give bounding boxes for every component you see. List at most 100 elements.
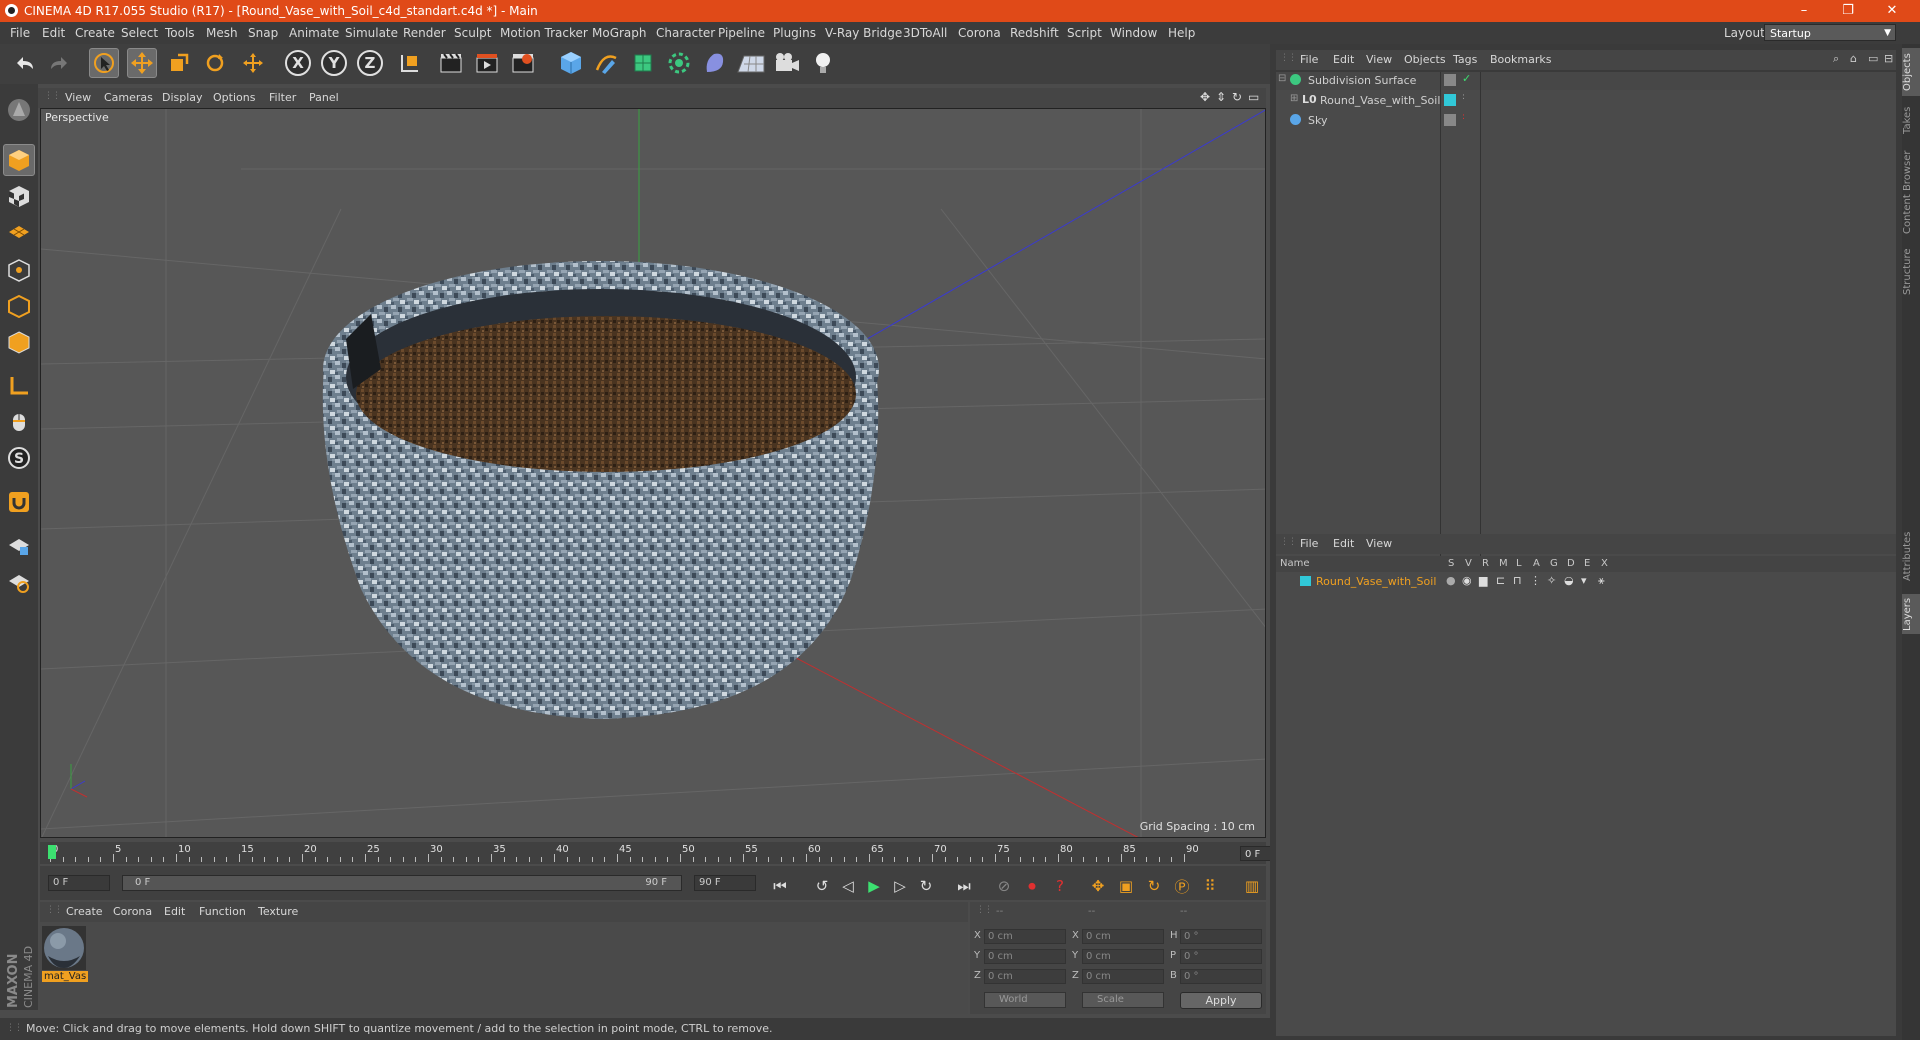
add-spline-button[interactable] <box>592 48 622 78</box>
viewport-menu-view[interactable]: View <box>65 91 91 104</box>
perspective-viewport[interactable]: Perspective Grid Spacing : 10 cm <box>40 108 1266 838</box>
expand-icon[interactable]: ⊞ <box>1290 93 1298 104</box>
object-menu-edit[interactable]: Edit <box>1333 53 1354 66</box>
material-menu-create[interactable]: Create <box>66 905 103 918</box>
render-view-button[interactable] <box>436 48 466 78</box>
menu-mesh[interactable]: Mesh <box>206 26 238 40</box>
add-deformer-button[interactable] <box>700 48 730 78</box>
play-button[interactable]: ▶ <box>862 874 886 898</box>
locked-workplane-button[interactable] <box>3 530 35 562</box>
add-floor-button[interactable] <box>736 48 766 78</box>
object-row[interactable]: ⊟ Subdivision Surface ✓ <box>1276 72 1896 90</box>
column-render[interactable]: R <box>1482 558 1489 569</box>
timeline-ruler[interactable]: 051015202530354045505560657075808590 0 F <box>40 842 1302 864</box>
add-generator-button[interactable] <box>628 48 658 78</box>
start-frame-field[interactable]: 0 F <box>48 875 110 891</box>
redo-button[interactable] <box>44 48 74 78</box>
menu-3dtoall[interactable]: 3DToAll <box>903 26 947 40</box>
layer-dot-icon[interactable] <box>1444 74 1456 86</box>
menu-simulate[interactable]: Simulate <box>345 26 398 40</box>
keyframe-selection-button[interactable]: ⊘ <box>992 874 1016 898</box>
render-to-picture-viewer-button[interactable] <box>472 48 502 78</box>
panel-expand-icon[interactable]: ⊟ <box>1884 52 1893 65</box>
object-row[interactable]: ⊞ L0 Round_Vase_with_Soil : <box>1276 92 1896 110</box>
object-row[interactable]: Sky : <box>1276 112 1896 130</box>
menu-script[interactable]: Script <box>1067 26 1102 40</box>
points-mode-button[interactable] <box>3 254 35 286</box>
tab-takes[interactable]: Takes <box>1902 102 1920 138</box>
edges-mode-button[interactable] <box>3 290 35 322</box>
menu-render[interactable]: Render <box>403 26 446 40</box>
apply-button[interactable]: Apply <box>1180 992 1262 1009</box>
object-menu-tags[interactable]: Tags <box>1453 53 1477 66</box>
tab-objects[interactable]: Objects <box>1902 48 1920 96</box>
menu-help[interactable]: Help <box>1168 26 1195 40</box>
magnet-button[interactable] <box>3 486 35 518</box>
collapse-icon[interactable]: ⊟ <box>1278 73 1286 84</box>
pos-y-field[interactable]: 0 cm <box>984 949 1066 964</box>
viewport-menu-display[interactable]: Display <box>162 91 203 104</box>
pos-z-field[interactable]: 0 cm <box>984 969 1066 984</box>
z-axis-toggle[interactable]: Z <box>357 50 383 76</box>
vase-model[interactable] <box>322 261 879 719</box>
rotate-tool-button[interactable] <box>200 48 230 78</box>
object-menu-view[interactable]: View <box>1366 53 1392 66</box>
record-button[interactable]: ⏺ <box>1020 874 1044 898</box>
move-tool-button[interactable] <box>127 48 157 78</box>
material-swatch[interactable]: mat_Vas <box>42 926 89 986</box>
column-locked[interactable]: L <box>1516 558 1522 569</box>
deformer-layer-icon[interactable]: ◒ <box>1564 574 1574 587</box>
menu-character[interactable]: Character <box>656 26 715 40</box>
generator-icon[interactable]: ✧ <box>1547 574 1556 587</box>
column-solo[interactable]: S <box>1448 558 1454 569</box>
layer-menu-edit[interactable]: Edit <box>1333 537 1354 550</box>
object-menu-bookmarks[interactable]: Bookmarks <box>1490 53 1551 66</box>
animation-icon[interactable]: ⋮ <box>1530 574 1541 587</box>
viewport-menu-options[interactable]: Options <box>213 91 255 104</box>
column-visible[interactable]: V <box>1465 558 1472 569</box>
material-menu-texture[interactable]: Texture <box>258 905 298 918</box>
size-z-field[interactable]: 0 cm <box>1082 969 1164 984</box>
layer-dot-icon[interactable] <box>1444 114 1456 126</box>
position-key-button[interactable]: ✥ <box>1086 874 1110 898</box>
x-axis-toggle[interactable]: X <box>285 50 311 76</box>
transform-tool-button[interactable] <box>238 48 268 78</box>
rot-h-field[interactable]: 0 ° <box>1180 929 1262 944</box>
expression-icon[interactable]: ▾ <box>1581 574 1587 587</box>
menu-motion-tracker[interactable]: Motion Tracker <box>500 26 588 40</box>
go-to-end-button[interactable]: ⏭ <box>952 874 976 898</box>
viewport-menu-cameras[interactable]: Cameras <box>104 91 153 104</box>
column-deformers[interactable]: D <box>1567 558 1575 569</box>
layer-color-icon[interactable] <box>1444 94 1456 106</box>
menu-mograph[interactable]: MoGraph <box>592 26 647 40</box>
layer-menu-file[interactable]: File <box>1300 537 1318 550</box>
menu-snap[interactable]: Snap <box>248 26 278 40</box>
viewport-maximize-icon[interactable]: ▭ <box>1248 90 1259 104</box>
texture-mode-button[interactable] <box>3 180 35 212</box>
menu-pipeline[interactable]: Pipeline <box>718 26 765 40</box>
visibility-dots-icon[interactable]: : <box>1462 92 1465 102</box>
layer-name[interactable]: Round_Vase_with_Soil <box>1316 575 1436 588</box>
column-animation[interactable]: A <box>1533 558 1540 569</box>
size-y-field[interactable]: 0 cm <box>1082 949 1164 964</box>
menu-file[interactable]: File <box>10 26 30 40</box>
tweak-mode-button[interactable] <box>3 406 35 438</box>
menu-tools[interactable]: Tools <box>165 26 195 40</box>
viewport-menu-filter[interactable]: Filter <box>269 91 296 104</box>
layer-menu-view[interactable]: View <box>1366 537 1392 550</box>
tab-content-browser[interactable]: Content Browser <box>1902 144 1920 240</box>
viewport-zoom-icon[interactable]: ⇕ <box>1216 90 1226 104</box>
solo-icon[interactable]: ● <box>1446 574 1456 587</box>
menu-plugins[interactable]: Plugins <box>773 26 816 40</box>
menu-create[interactable]: Create <box>75 26 115 40</box>
scale-tool-button[interactable] <box>164 48 194 78</box>
live-selection-button[interactable] <box>89 48 119 78</box>
column-generators[interactable]: G <box>1550 558 1558 569</box>
menu-redshift[interactable]: Redshift <box>1010 26 1059 40</box>
menu-select[interactable]: Select <box>121 26 158 40</box>
column-manager[interactable]: M <box>1499 558 1508 569</box>
menu-edit[interactable]: Edit <box>42 26 65 40</box>
add-camera-button[interactable] <box>772 48 802 78</box>
next-frame-button[interactable]: ▷ <box>888 874 912 898</box>
material-menu-function[interactable]: Function <box>199 905 246 918</box>
